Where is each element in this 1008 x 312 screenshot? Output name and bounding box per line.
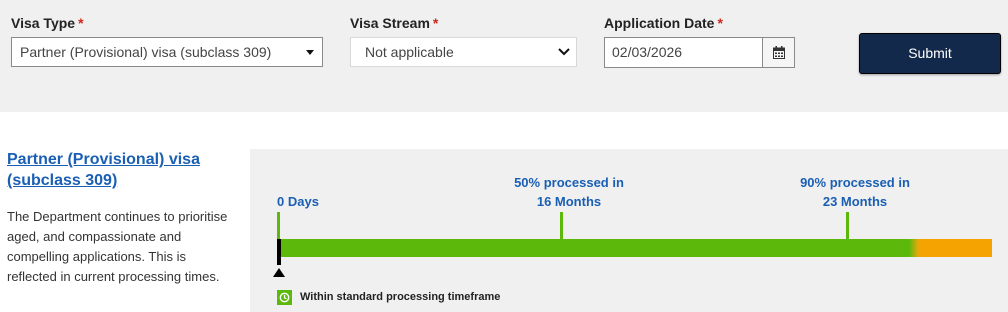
milestone-90-label: 90% processed in 23 Months — [780, 173, 930, 211]
calendar-button[interactable] — [762, 37, 795, 68]
timeline-bar-beyond — [919, 239, 992, 257]
calendar-icon — [773, 46, 785, 59]
timeline-start-label: 0 Days — [277, 194, 319, 209]
visa-title-link[interactable]: Partner (Provisional) visa (subclass 309… — [7, 149, 212, 191]
timeline-start-tick — [277, 212, 280, 239]
application-date-input[interactable]: 02/03/2026 — [604, 37, 763, 68]
timeline-current-position — [277, 239, 281, 265]
visa-type-value: Partner (Provisional) visa (subclass 309… — [20, 44, 272, 60]
clock-icon — [277, 290, 292, 305]
visa-stream-select[interactable]: Not applicable — [350, 37, 577, 67]
filter-bar: Visa Type * Partner (Provisional) visa (s… — [0, 0, 1008, 112]
caret-down-icon — [306, 50, 314, 55]
required-mark: * — [78, 15, 84, 31]
current-position-marker-icon — [273, 268, 285, 277]
required-mark: * — [432, 15, 439, 31]
application-date-value: 02/03/2026 — [612, 44, 683, 60]
visa-type-label: Visa Type * — [11, 15, 84, 31]
timeline-bar-within — [277, 239, 909, 257]
submit-button[interactable]: Submit — [859, 33, 1001, 74]
milestone-50-tick — [560, 212, 563, 239]
legend-within-standard: Within standard processing timeframe — [300, 291, 501, 303]
timeline-bar-transition — [909, 239, 919, 257]
visa-stream-value: Not applicable — [365, 44, 454, 60]
chevron-down-icon — [558, 48, 570, 56]
milestone-90-line2: 23 Months — [822, 194, 888, 209]
visa-description: The Department continues to prioritise a… — [7, 209, 228, 284]
milestone-50-label: 50% processed in 16 Months — [494, 173, 644, 211]
milestone-90-tick — [846, 212, 849, 239]
milestone-50-line2: 16 Months — [536, 194, 602, 209]
visa-stream-label: Visa Stream * — [350, 15, 439, 31]
required-mark: * — [717, 15, 723, 31]
application-date-label: Application Date * — [604, 15, 723, 31]
milestone-90-line1: 90% processed in — [800, 175, 910, 190]
milestone-50-line1: 50% processed in — [514, 175, 624, 190]
visa-type-select[interactable]: Partner (Provisional) visa (subclass 309… — [11, 37, 323, 67]
